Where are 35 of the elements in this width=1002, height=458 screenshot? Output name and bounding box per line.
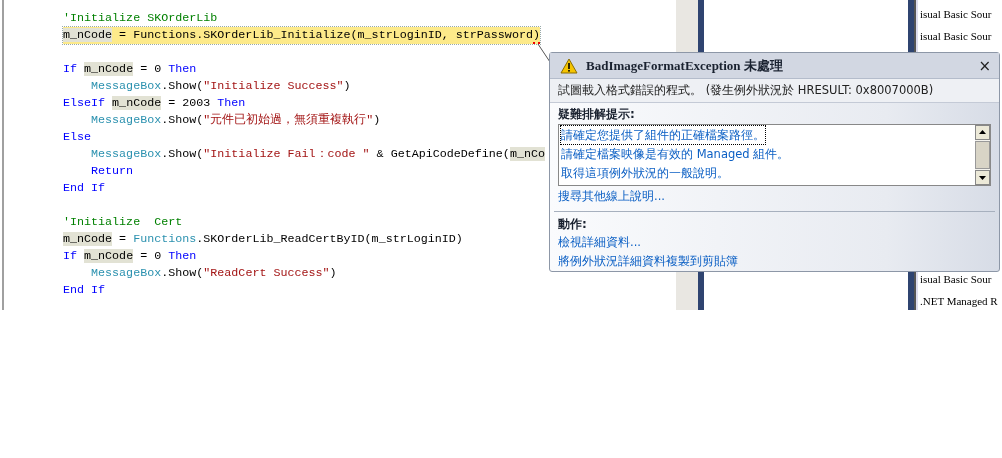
code-line: Return: [90, 163, 134, 180]
popup-title: BadImageFormatException 未處理: [586, 56, 784, 75]
action-link[interactable]: 將例外狀況詳細資料複製到剪貼簿: [558, 252, 738, 271]
file-list-item[interactable]: isual Basic Sour: [920, 271, 1002, 288]
search-help-link[interactable]: 搜尋其他線上說明...: [558, 187, 665, 206]
code-line: ElseIf m_nCode = 2003 Then: [63, 95, 246, 112]
scroll-down-icon[interactable]: [975, 170, 990, 185]
code-line: MessageBox.Show("ReadCert Success"): [90, 265, 337, 282]
scroll-thumb[interactable]: [975, 141, 990, 169]
scrollbar[interactable]: [975, 125, 990, 185]
exception-message: 試圖載入格式錯誤的程式。 (發生例外狀況於 HRESULT: 0x8007000B): [550, 79, 999, 103]
code-line: If m_nCode = 0 Then: [63, 248, 197, 265]
code-line: End If: [63, 282, 106, 299]
tip-link[interactable]: 請確定檔案映像是有效的 Managed 組件。: [561, 145, 790, 163]
code-line: End If: [63, 180, 106, 197]
code-line: Else: [63, 129, 92, 146]
warning-icon: [560, 57, 578, 74]
action-link[interactable]: 檢視詳細資料...: [558, 233, 641, 252]
code-line: MessageBox.Show("Initialize Fail：code " & GetApiCodeDefine(m_nCo: [90, 146, 545, 163]
code-line: 'Initialize Cert: [63, 214, 183, 231]
tip-link[interactable]: 請確定您提供了組件的正確檔案路徑。: [561, 126, 765, 144]
file-list-item[interactable]: isual Basic Sour: [920, 28, 1002, 45]
tip-link[interactable]: 取得這項例外狀況的一般說明。: [561, 164, 729, 182]
code-line: m_nCode = Functions.SKOrderLib_ReadCertByID(m_strLoginID): [63, 231, 463, 248]
file-list-item[interactable]: .NET Managed R: [920, 293, 1002, 310]
leader-line: [537, 43, 551, 63]
close-button[interactable]: ×: [976, 56, 993, 75]
code-line: If m_nCode = 0 Then: [63, 61, 197, 78]
file-list-item[interactable]: isual Basic Sour: [920, 6, 1002, 23]
code-line: MessageBox.Show("Initialize Success"): [90, 78, 351, 95]
section-heading: 動作:: [558, 216, 588, 233]
code-line: MessageBox.Show("元件已初始過，無須重複執行"): [90, 112, 381, 129]
section-heading: 疑難排解提示:: [558, 106, 636, 123]
scroll-up-icon[interactable]: [975, 125, 990, 140]
code-line: 'Initialize SKOrderLib: [63, 10, 218, 27]
